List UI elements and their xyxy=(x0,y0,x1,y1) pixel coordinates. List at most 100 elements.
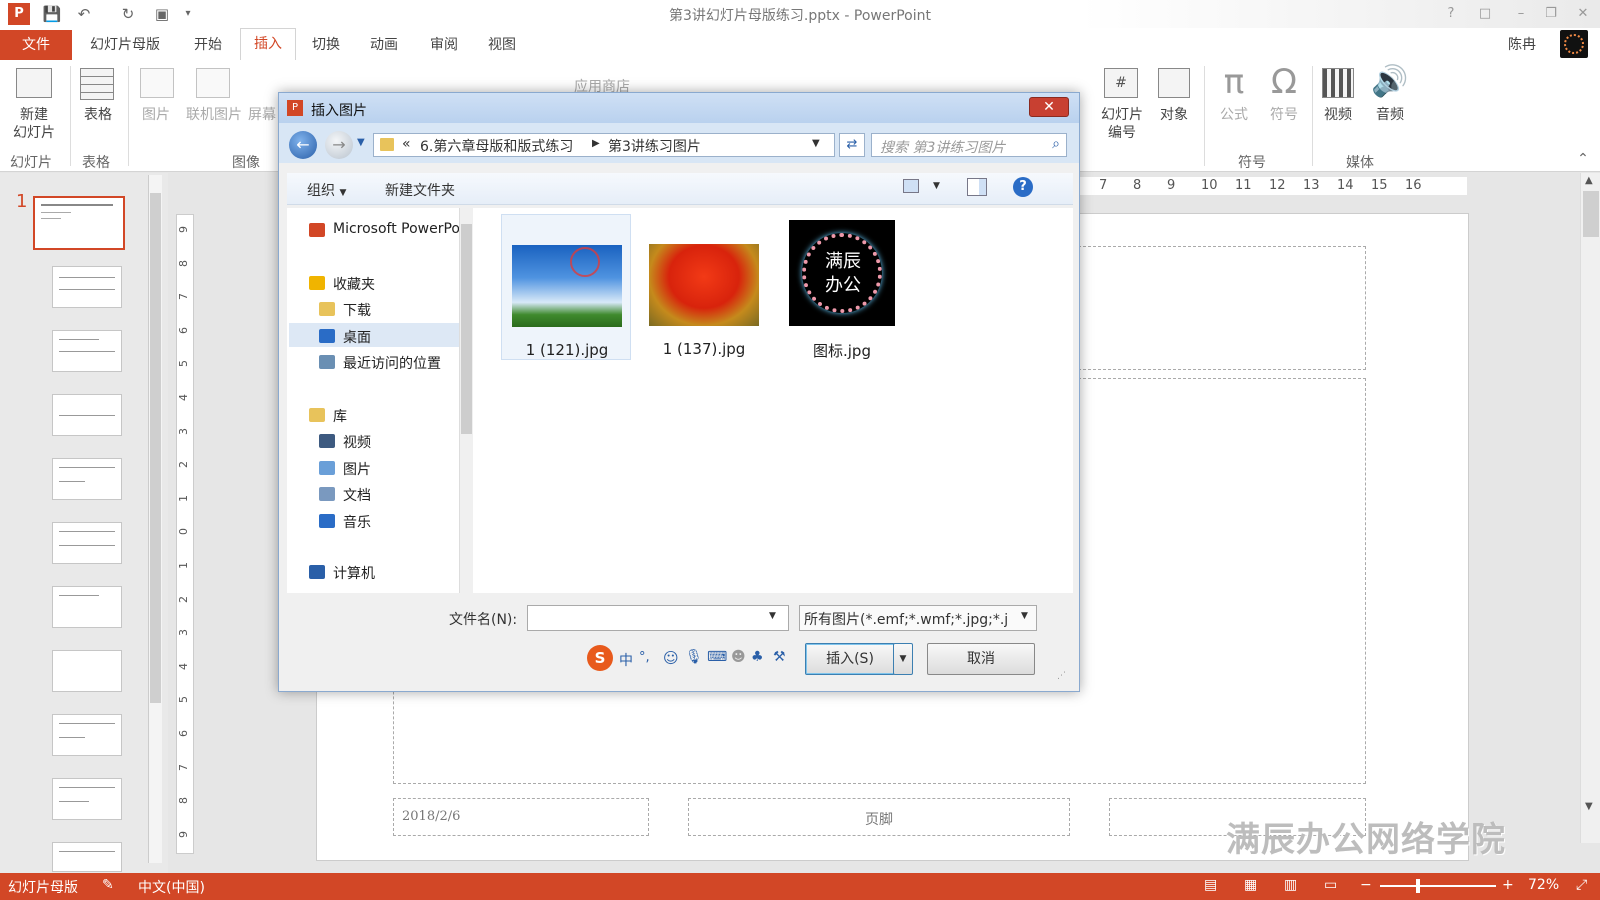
tab-insert[interactable]: 插入 xyxy=(240,28,296,60)
preview-pane-icon[interactable] xyxy=(967,178,987,196)
user-name[interactable]: 陈冉 xyxy=(1508,34,1536,54)
nav-item-label[interactable]: 计算机 xyxy=(333,563,375,583)
ribbon-display-icon[interactable]: □ xyxy=(1472,4,1498,24)
new-slide-button[interactable]: 新建 幻灯片 xyxy=(4,106,64,142)
scroll-up-icon[interactable]: ▲ xyxy=(1585,175,1593,186)
slide-thumbnail[interactable] xyxy=(52,650,122,692)
file-item[interactable]: 1 (137).jpg xyxy=(639,214,769,360)
status-language[interactable]: 中文(中国) xyxy=(138,877,205,897)
ime-language[interactable]: 中 xyxy=(619,650,633,670)
skin-icon[interactable]: ♣ xyxy=(751,649,764,665)
symbol-button[interactable]: 符号 xyxy=(1262,106,1306,124)
view-options-icon[interactable] xyxy=(903,179,919,193)
zoom-slider[interactable] xyxy=(1380,885,1496,887)
slide-thumbnail[interactable] xyxy=(52,394,122,436)
filename-dropdown-icon[interactable]: ▼ xyxy=(769,611,776,621)
tab-transitions[interactable]: 切换 xyxy=(312,34,340,54)
table-button[interactable]: 表格 xyxy=(78,106,118,124)
help-button[interactable]: ? xyxy=(1438,4,1464,24)
slide-thumbnail[interactable] xyxy=(52,778,122,820)
nav-item-label[interactable]: Microsoft PowerPoint xyxy=(333,221,459,237)
nav-item-label[interactable]: 视频 xyxy=(343,432,371,452)
tab-review[interactable]: 审阅 xyxy=(430,34,458,54)
notes-icon[interactable]: ✎ xyxy=(102,877,114,893)
nav-item-label[interactable]: 图片 xyxy=(343,459,371,479)
equation-button[interactable]: 公式 xyxy=(1212,106,1256,124)
nav-item-label[interactable]: 文档 xyxy=(343,485,371,505)
fit-slide-icon[interactable]: ⤢ xyxy=(1576,877,1587,893)
slide-thumbnail[interactable] xyxy=(52,586,122,628)
slide-number-button[interactable]: 幻灯片 编号 xyxy=(1094,106,1150,142)
forward-button[interactable]: → xyxy=(325,131,353,159)
back-button[interactable]: ← xyxy=(289,131,317,159)
picture-button[interactable]: 图片 xyxy=(136,106,176,124)
nav-item-label[interactable]: 最近访问的位置 xyxy=(343,353,441,373)
breadcrumb-prefix[interactable]: « xyxy=(402,136,411,152)
date-placeholder[interactable]: 2018/2/6 xyxy=(393,798,649,836)
slide-thumbnail[interactable] xyxy=(52,522,122,564)
collapse-ribbon-icon[interactable]: ⌃ xyxy=(1574,150,1592,168)
online-picture-button[interactable]: 联机图片 xyxy=(182,106,246,124)
tools-icon[interactable]: ⚒ xyxy=(773,649,786,665)
footer-placeholder[interactable]: 页脚 xyxy=(688,798,1070,836)
dialog-title-bar[interactable]: P 插入图片 ✕ xyxy=(279,93,1079,123)
slide-scrollbar[interactable]: ▲ ▼ xyxy=(1580,173,1600,843)
refresh-button[interactable]: ⇄ xyxy=(839,133,865,157)
normal-view-icon[interactable]: ▤ xyxy=(1204,877,1217,893)
nav-item-label[interactable]: 音乐 xyxy=(343,512,371,532)
tab-slide-master[interactable]: 幻灯片母版 xyxy=(90,34,160,54)
file-item[interactable]: 1 (121).jpg xyxy=(501,214,631,360)
search-input[interactable]: 搜索 第3讲练习图片 ⌕ xyxy=(871,133,1067,157)
insert-options-button[interactable]: ▼ xyxy=(893,643,913,675)
minimize-button[interactable]: – xyxy=(1508,4,1534,24)
breadcrumb-current[interactable]: 第3讲练习图片 xyxy=(608,136,701,156)
slideshow-view-icon[interactable]: ▭ xyxy=(1324,877,1337,893)
nav-item-label[interactable]: 桌面 xyxy=(343,327,371,347)
view-dropdown-icon[interactable]: ▼ xyxy=(933,181,940,191)
zoom-out-icon[interactable]: − xyxy=(1360,877,1372,893)
organize-button[interactable]: 组织 ▼ xyxy=(307,180,346,200)
video-button[interactable]: 视频 xyxy=(1316,106,1360,124)
object-button[interactable]: 对象 xyxy=(1152,106,1196,124)
ime-toolbar[interactable]: S 中 °, ☺ 🎙 ⌨ ☻ ♣ ⚒ xyxy=(587,645,799,673)
slide-thumbnail-master[interactable] xyxy=(33,196,125,250)
dialog-close-button[interactable]: ✕ xyxy=(1029,97,1069,117)
audio-button[interactable]: 音频 xyxy=(1368,106,1412,124)
recent-pages-icon[interactable]: ▼ xyxy=(357,137,365,148)
nav-item-label[interactable]: 收藏夹 xyxy=(333,274,375,294)
avatar[interactable] xyxy=(1560,30,1588,58)
reading-view-icon[interactable]: ▥ xyxy=(1284,877,1297,893)
tab-home[interactable]: 开始 xyxy=(194,34,222,54)
microphone-icon[interactable]: 🎙 xyxy=(685,649,703,665)
ime-punctuation[interactable]: °, xyxy=(639,650,650,665)
nav-item-label[interactable]: 库 xyxy=(333,406,347,426)
slide-thumbnail[interactable] xyxy=(52,842,122,872)
slide-sorter-icon[interactable]: ▦ xyxy=(1244,877,1257,893)
tab-animations[interactable]: 动画 xyxy=(370,34,398,54)
zoom-level[interactable]: 72% xyxy=(1528,877,1559,893)
address-bar[interactable]: « 6.第六章母版和版式练习 ▶ 第3讲练习图片 ▼ xyxy=(373,133,835,157)
screenshot-button[interactable]: 屏幕 xyxy=(246,106,278,124)
tab-view[interactable]: 视图 xyxy=(488,34,516,54)
file-type-dropdown-icon[interactable]: ▼ xyxy=(1021,611,1028,621)
tab-file[interactable]: 文件 xyxy=(0,30,72,60)
thumbnail-scrollbar[interactable] xyxy=(148,175,162,863)
cancel-button[interactable]: 取消 xyxy=(927,643,1035,675)
slide-thumbnail[interactable] xyxy=(52,458,122,500)
filename-input[interactable] xyxy=(527,605,789,631)
file-type-select[interactable]: 所有图片(*.emf;*.wmf;*.jpg;*.j xyxy=(799,605,1037,631)
slide-thumbnail[interactable] xyxy=(52,266,122,308)
close-window-button[interactable]: ✕ xyxy=(1570,4,1596,24)
slide-thumbnail[interactable] xyxy=(52,330,122,372)
keyboard-icon[interactable]: ⌨ xyxy=(707,649,727,665)
search-icon[interactable]: ⌕ xyxy=(1052,136,1060,152)
restore-button[interactable]: ❐ xyxy=(1538,4,1564,24)
emoji-icon[interactable]: ☺ xyxy=(663,649,679,667)
breadcrumb-parent[interactable]: 6.第六章母版和版式练习 xyxy=(420,136,573,156)
scroll-down-icon[interactable]: ▼ xyxy=(1585,801,1593,812)
resize-grip-icon[interactable]: ⋰ xyxy=(1057,671,1066,681)
file-item[interactable]: 满辰办公 图标.jpg xyxy=(777,214,907,360)
nav-item-label[interactable]: 下载 xyxy=(343,300,371,320)
insert-button[interactable]: 插入(S) xyxy=(805,643,895,675)
new-folder-button[interactable]: 新建文件夹 xyxy=(385,180,455,200)
